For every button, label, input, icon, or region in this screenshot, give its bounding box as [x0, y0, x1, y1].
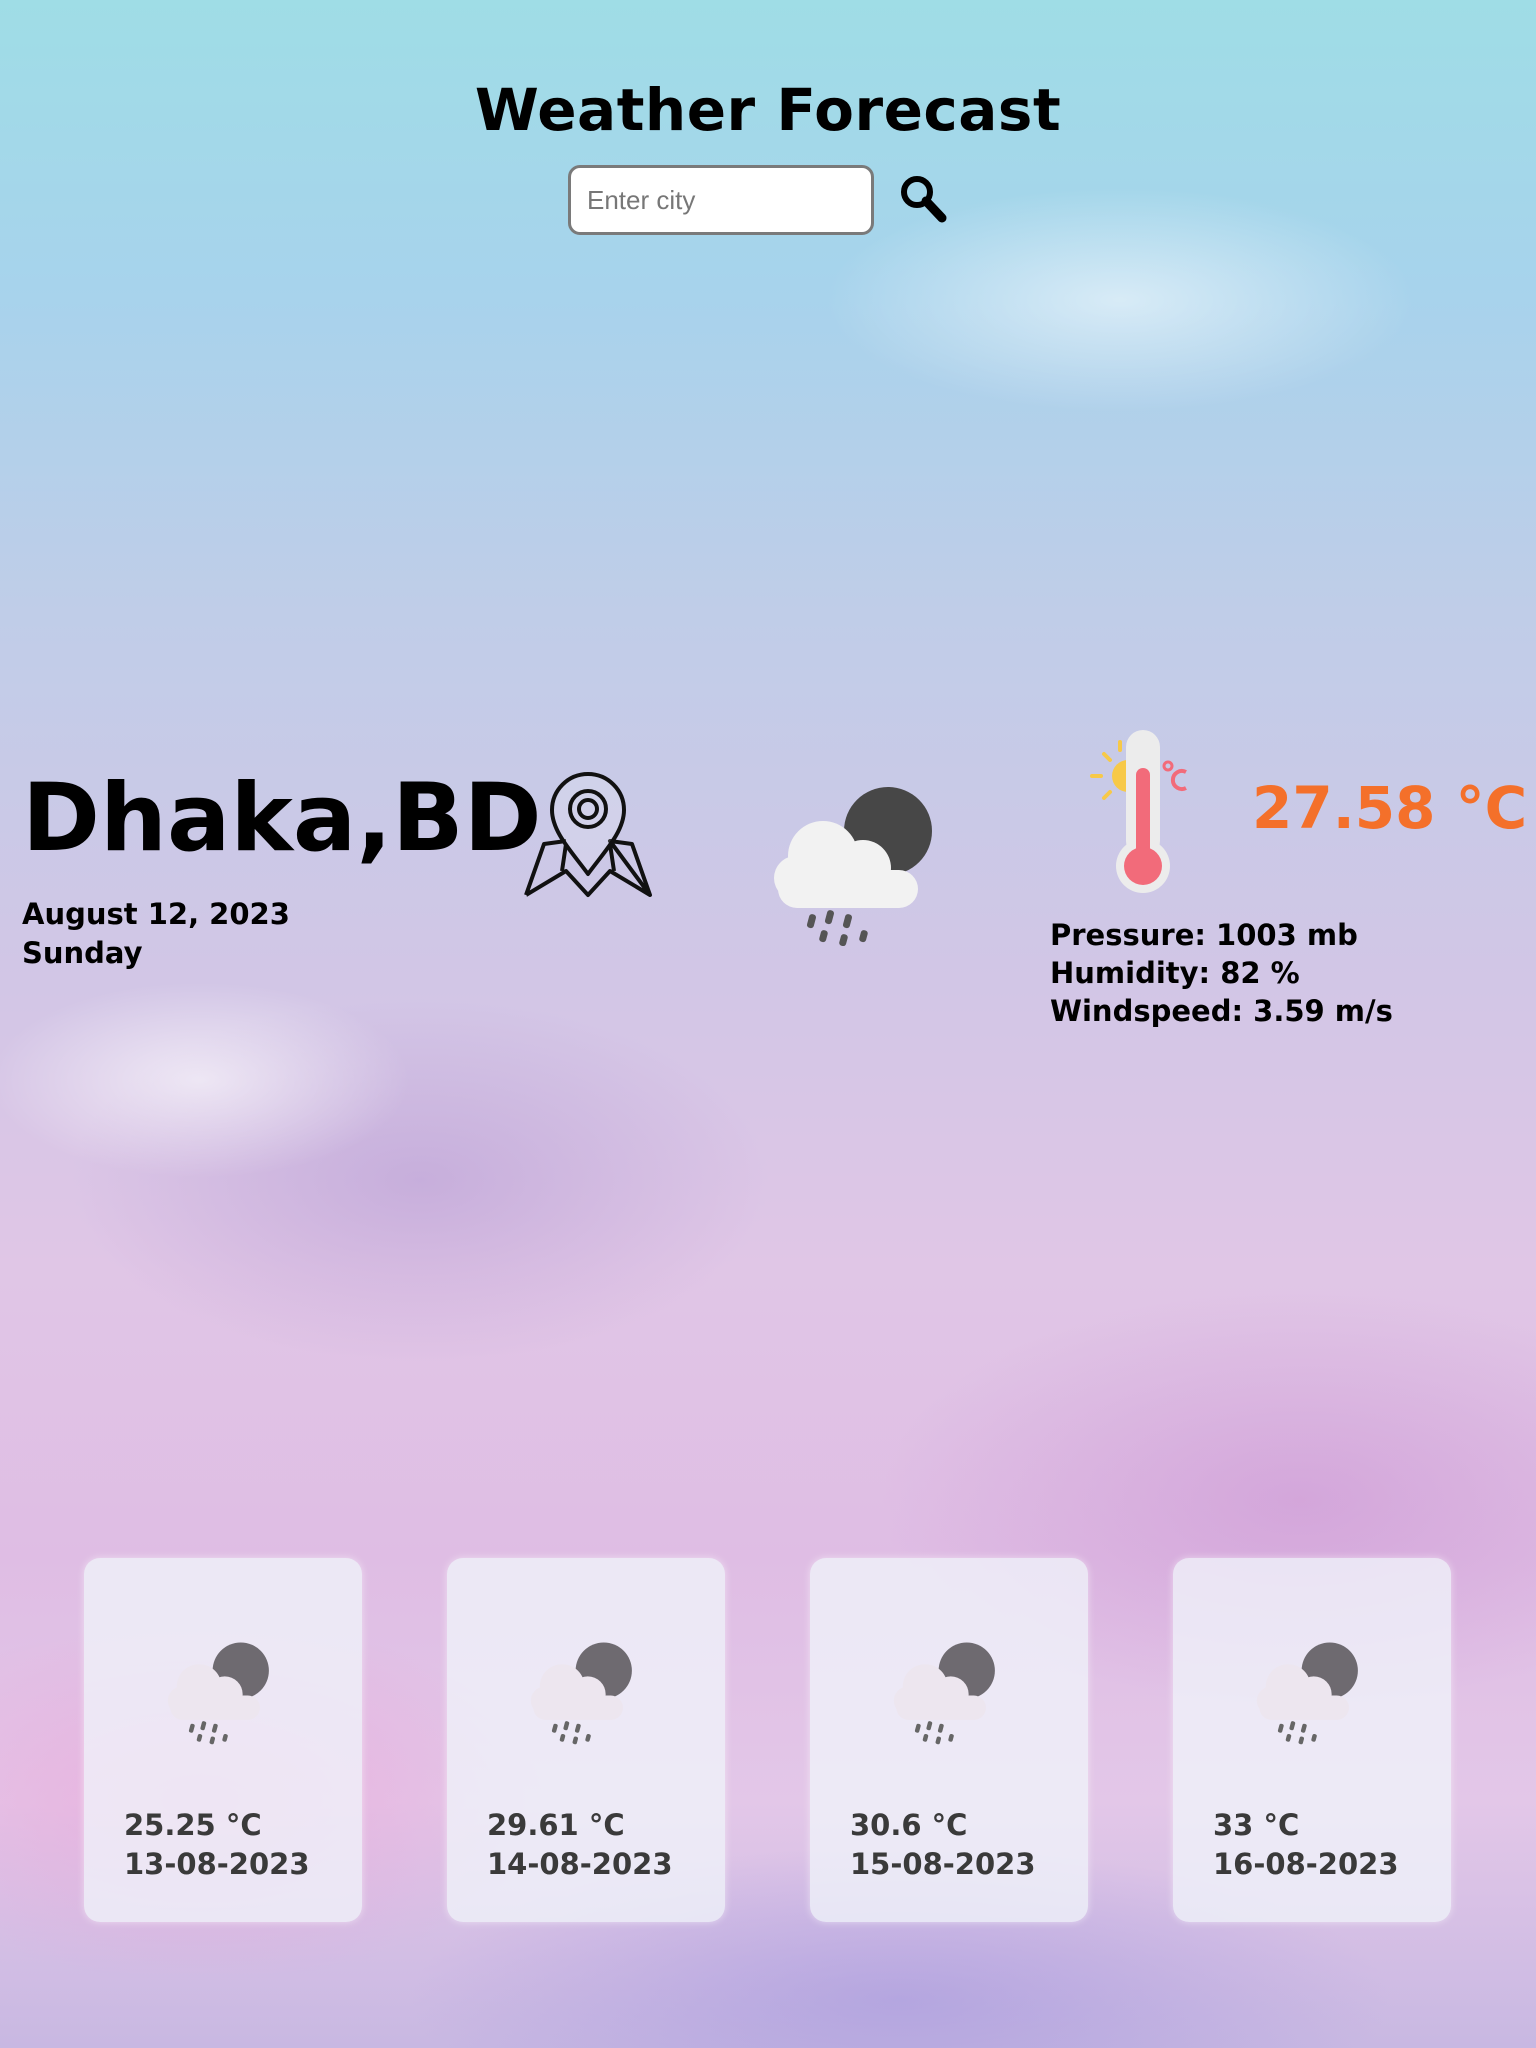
humidity-value: Humidity: 82 %	[1050, 956, 1300, 990]
forecast-card: 29.61 °C 14-08-2023	[447, 1558, 725, 1922]
city-search-input[interactable]	[568, 165, 874, 235]
current-date: August 12, 2023	[22, 897, 290, 931]
forecast-temperature: 33 °C	[1213, 1808, 1300, 1842]
map-location-icon	[524, 772, 652, 897]
forecast-date: 15-08-2023	[850, 1847, 1036, 1881]
night-rain-cloud-icon	[1256, 1642, 1358, 1745]
current-day: Sunday	[22, 936, 143, 970]
forecast-card: 33 °C 16-08-2023	[1173, 1558, 1451, 1922]
thermometer-icon	[1090, 730, 1187, 893]
city-name: Dhaka,BD	[22, 764, 542, 873]
night-rain-cloud-icon	[167, 1642, 269, 1745]
windspeed-value: Windspeed: 3.59 m/s	[1050, 994, 1393, 1028]
forecast-date: 13-08-2023	[124, 1847, 310, 1881]
forecast-card: 30.6 °C 15-08-2023	[810, 1558, 1088, 1922]
night-rain-cloud-icon	[530, 1642, 632, 1745]
night-rain-cloud-icon	[893, 1642, 995, 1745]
search-button[interactable]	[895, 170, 955, 230]
forecast-date: 16-08-2023	[1213, 1847, 1399, 1881]
pressure-value: Pressure: 1003 mb	[1050, 918, 1358, 952]
page-title: Weather Forecast	[474, 76, 1062, 144]
forecast-date: 14-08-2023	[487, 1847, 673, 1881]
night-rain-cloud-icon	[774, 787, 932, 946]
forecast-card: 25.25 °C 13-08-2023	[84, 1558, 362, 1922]
forecast-temperature: 29.61 °C	[487, 1808, 625, 1842]
forecast-temperature: 25.25 °C	[124, 1808, 262, 1842]
forecast-temperature: 30.6 °C	[850, 1808, 968, 1842]
search-icon	[901, 176, 947, 223]
current-temperature: 27.58 °C	[1252, 774, 1528, 842]
